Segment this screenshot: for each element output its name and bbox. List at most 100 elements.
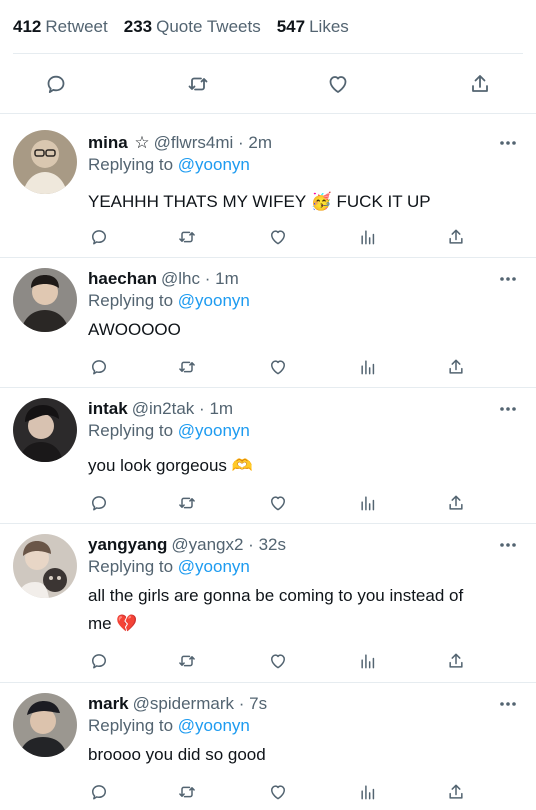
timestamp[interactable]: 2m [248, 133, 272, 152]
more-icon [500, 277, 516, 281]
replying-to: Replying to @yoonyn [88, 154, 522, 176]
reply-tweet[interactable]: intak @in2tak · 1m Replying to @yoonyn yo… [0, 388, 536, 524]
retweet-button[interactable] [174, 224, 200, 250]
reply-tweet[interactable]: haechan @lhc · 1m Replying to @yoonyn AWO… [0, 258, 536, 388]
reply-button[interactable] [86, 648, 112, 674]
user-name[interactable]: mark [88, 694, 129, 713]
reply-button[interactable] [86, 224, 112, 250]
retweet-icon [179, 361, 195, 373]
mention-link[interactable]: @yoonyn [178, 155, 250, 174]
reply-tweet[interactable]: mark @spidermark · 7s Replying to @yoonyn… [0, 683, 536, 810]
avatar[interactable] [13, 130, 77, 194]
like-button[interactable] [265, 354, 291, 380]
replying-to: Replying to @yoonyn [88, 715, 522, 737]
timestamp[interactable]: 1m [209, 399, 233, 418]
avatar-image [13, 693, 77, 757]
like-count-link[interactable]: 547 Likes [277, 17, 349, 37]
avatar[interactable] [13, 268, 77, 332]
retweet-count-link[interactable]: 412 Retweet [13, 17, 108, 37]
reply-icon [47, 75, 65, 93]
timestamp[interactable]: 7s [249, 694, 267, 713]
timestamp[interactable]: 1m [215, 269, 239, 288]
reply-tweet[interactable]: mina ☆ @flwrs4mi · 2m Replying to @yoonyn… [0, 114, 536, 258]
avatar-image [13, 398, 77, 462]
more-icon [500, 407, 516, 411]
analytics-button[interactable] [355, 224, 381, 250]
share-button[interactable] [443, 354, 469, 380]
share-icon [449, 784, 463, 799]
reply-button[interactable] [86, 779, 112, 805]
replying-to: Replying to @yoonyn [88, 290, 522, 312]
user-handle[interactable]: @flwrs4mi [154, 133, 234, 152]
share-button[interactable] [443, 490, 469, 516]
like-button[interactable] [265, 224, 291, 250]
replying-label: Replying to [88, 557, 174, 576]
share-icon [472, 75, 488, 92]
share-button[interactable] [443, 648, 469, 674]
like-button[interactable] [265, 648, 291, 674]
user-name[interactable]: haechan [88, 269, 157, 288]
user-handle[interactable]: @yangx2 [171, 535, 243, 554]
user-handle[interactable]: @in2tak [132, 399, 195, 418]
reply-tweet[interactable]: yangyang @yangx2 · 32s Replying to @yoony… [0, 524, 536, 683]
analytics-button[interactable] [355, 490, 381, 516]
engagement-stats: 412 Retweet 233 Quote Tweets 547 Likes [0, 0, 536, 54]
user-handle[interactable]: @lhc [161, 269, 200, 288]
star-badge: ☆ [134, 133, 150, 152]
like-icon [271, 496, 285, 511]
mention-link[interactable]: @yoonyn [178, 716, 250, 735]
user-name[interactable]: mina [88, 133, 128, 152]
reply-button[interactable] [86, 354, 112, 380]
avatar-image [13, 130, 77, 194]
retweet-button[interactable] [174, 779, 200, 805]
analytics-button[interactable] [355, 648, 381, 674]
share-button[interactable] [464, 68, 496, 100]
retweet-button[interactable] [174, 648, 200, 674]
avatar-image [13, 534, 77, 598]
reply-action-bar [0, 779, 536, 805]
quote-count-link[interactable]: 233 Quote Tweets [124, 17, 261, 37]
analytics-button[interactable] [355, 779, 381, 805]
timestamp[interactable]: 32s [259, 535, 286, 554]
avatar[interactable] [13, 534, 77, 598]
retweet-button[interactable] [174, 354, 200, 380]
reply-icon [92, 654, 106, 669]
tweet-text: broooo you did so good [88, 745, 266, 764]
mention-link[interactable]: @yoonyn [178, 291, 250, 310]
more-options-button[interactable] [498, 274, 518, 284]
like-button[interactable] [322, 68, 354, 100]
more-options-button[interactable] [498, 540, 518, 550]
analytics-icon [361, 496, 375, 511]
retweet-button[interactable] [182, 68, 214, 100]
retweet-icon [179, 231, 195, 243]
avatar[interactable] [13, 693, 77, 757]
analytics-icon [361, 360, 375, 375]
reply-icon [92, 496, 106, 511]
like-icon [329, 76, 347, 93]
more-options-button[interactable] [498, 138, 518, 148]
like-icon [271, 654, 285, 669]
tweet-text: YEAHHH THATS MY WIFEY 🥳 FUCK IT UP [88, 192, 431, 211]
like-button[interactable] [265, 779, 291, 805]
retweet-button[interactable] [174, 490, 200, 516]
share-button[interactable] [443, 224, 469, 250]
user-name[interactable]: yangyang [88, 535, 167, 554]
analytics-button[interactable] [355, 354, 381, 380]
user-handle[interactable]: @spidermark [133, 694, 234, 713]
like-icon [271, 230, 285, 245]
more-options-button[interactable] [498, 699, 518, 709]
more-options-button[interactable] [498, 404, 518, 414]
reply-button[interactable] [86, 490, 112, 516]
avatar[interactable] [13, 398, 77, 462]
mention-link[interactable]: @yoonyn [178, 421, 250, 440]
share-button[interactable] [443, 779, 469, 805]
analytics-icon [361, 230, 375, 245]
retweet-icon [179, 786, 195, 798]
tweet-text: AWOOOOO [88, 320, 181, 339]
reply-button[interactable] [40, 68, 72, 100]
mention-link[interactable]: @yoonyn [178, 557, 250, 576]
reply-icon [92, 230, 106, 245]
more-icon [500, 702, 516, 706]
like-button[interactable] [265, 490, 291, 516]
user-name[interactable]: intak [88, 399, 128, 418]
